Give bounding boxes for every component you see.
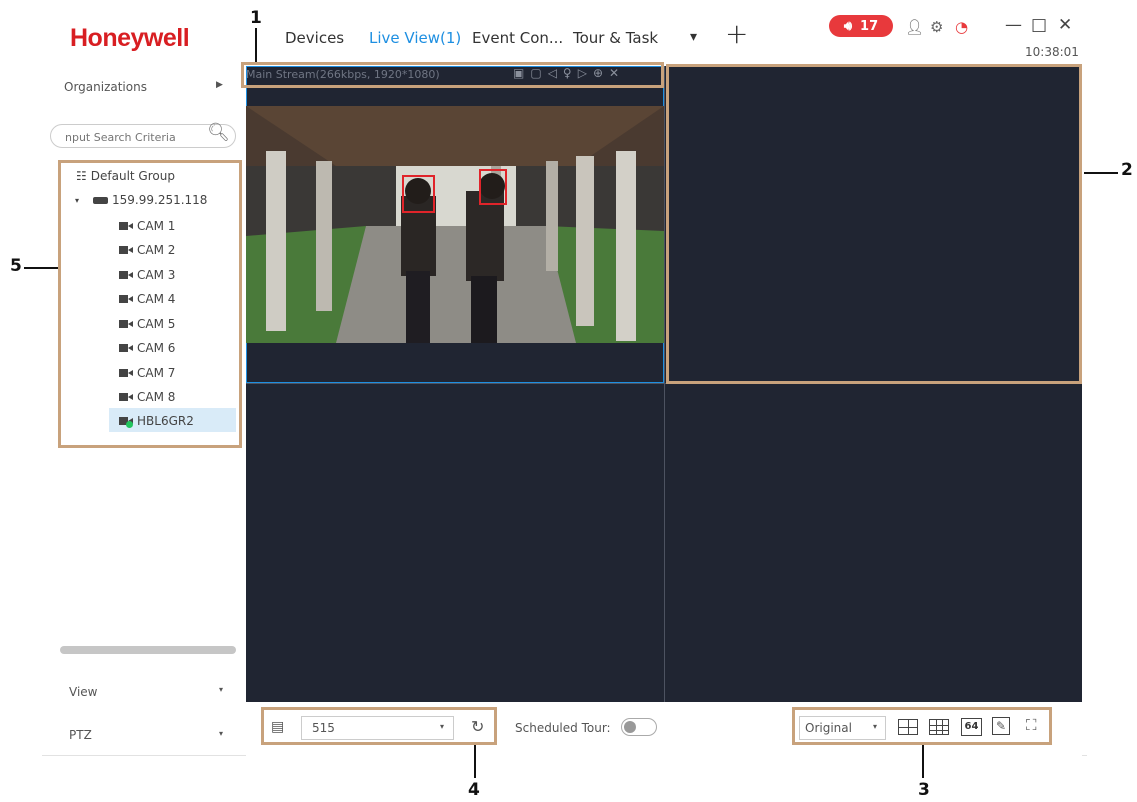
search-input[interactable] bbox=[63, 127, 207, 147]
performance-gauge-icon[interactable]: ◔ bbox=[955, 18, 968, 36]
annotation-2: 2 bbox=[1121, 160, 1133, 180]
tab-tour-task[interactable]: Tour & Task bbox=[573, 29, 658, 47]
minimize-icon[interactable]: — bbox=[1005, 15, 1022, 35]
clock: 10:38:01 bbox=[1025, 45, 1079, 59]
chevron-down-icon[interactable]: ▾ bbox=[219, 729, 223, 738]
camera-video-feed[interactable] bbox=[246, 106, 664, 343]
alarm-count: 17 bbox=[860, 18, 879, 34]
scheduled-tour-label: Scheduled Tour: bbox=[515, 721, 611, 735]
callout-box-2 bbox=[666, 64, 1082, 384]
panel-view[interactable]: View bbox=[69, 685, 97, 699]
maximize-icon[interactable]: □ bbox=[1031, 15, 1047, 35]
annotation-leader bbox=[922, 745, 924, 778]
annotation-leader bbox=[474, 745, 476, 778]
chevron-right-icon[interactable]: ▶ bbox=[216, 80, 223, 90]
callout-box-1 bbox=[241, 62, 664, 88]
grid-divider bbox=[664, 66, 665, 702]
annotation-leader bbox=[24, 267, 58, 269]
tab-devices[interactable]: Devices bbox=[285, 29, 344, 47]
callout-box-5 bbox=[58, 160, 242, 448]
alarm-badge[interactable]: 🔊︎ 17 bbox=[829, 15, 893, 37]
tab-event-config[interactable]: Event Con... bbox=[472, 29, 563, 47]
chevron-down-icon[interactable]: ▾ bbox=[219, 685, 223, 694]
callout-box-4 bbox=[261, 707, 497, 745]
video-frame-image bbox=[246, 106, 664, 343]
annotation-leader bbox=[255, 28, 257, 62]
annotation-3: 3 bbox=[918, 780, 930, 800]
honeywell-logo: Honeywell bbox=[70, 24, 190, 52]
annotation-1: 1 bbox=[250, 8, 262, 28]
search-icon[interactable]: 🔍︎ bbox=[207, 122, 230, 143]
user-icon[interactable]: 👤︎ bbox=[905, 18, 924, 36]
add-tab-button[interactable]: + bbox=[725, 20, 748, 48]
close-icon[interactable]: ✕ bbox=[1058, 15, 1072, 35]
annotation-4: 4 bbox=[468, 780, 480, 800]
sidebar-scrollbar[interactable] bbox=[60, 646, 236, 654]
gear-icon[interactable]: ⚙ bbox=[930, 18, 943, 36]
organizations-label[interactable]: Organizations bbox=[64, 80, 147, 94]
callout-box-3 bbox=[792, 707, 1052, 745]
tabs-more-dropdown[interactable]: ▾ bbox=[690, 29, 697, 45]
annotation-5: 5 bbox=[10, 256, 22, 276]
tab-live-view[interactable]: Live View(1) bbox=[369, 29, 461, 47]
speaker-icon: 🔊︎ bbox=[843, 18, 853, 34]
annotation-leader bbox=[1084, 172, 1118, 174]
panel-ptz[interactable]: PTZ bbox=[69, 728, 92, 742]
scheduled-tour-toggle[interactable] bbox=[621, 718, 657, 736]
